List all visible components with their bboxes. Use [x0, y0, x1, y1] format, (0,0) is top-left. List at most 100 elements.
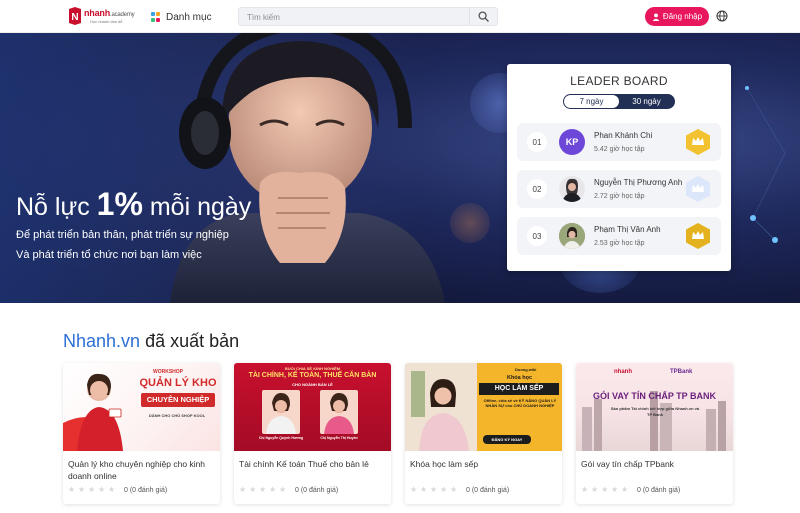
section-title: Nhanh.vn đã xuất bản [63, 331, 240, 351]
star-icon: ★ [611, 485, 619, 494]
crown-badge-icon [686, 223, 710, 249]
banner-kicker: WORKSHOP [153, 369, 183, 375]
avatar [559, 176, 585, 202]
course-card[interactable]: WORKSHOP QUẢN LÝ KHO CHUYÊN NGHIỆP DÀNH … [63, 363, 220, 504]
learner-hours: 5.42 giờ học tập [594, 146, 645, 153]
banner-line-1: HỌC LÀM SẾP [479, 383, 559, 395]
banner-speaker-1: Chị Nguyễn Quỳnh Hương [258, 436, 304, 440]
login-button[interactable]: Đăng nhập [645, 7, 709, 26]
category-label: Danh mục [166, 11, 212, 23]
course-name[interactable]: Gói vay tín chấp TPbank [581, 458, 728, 470]
hero-title: Nỗ lực 1% mỗi ngày [16, 186, 252, 222]
star-icon: ★ [279, 485, 287, 494]
crown-badge-icon [686, 129, 710, 155]
banner-speaker-2: Chị Nguyễn Thị Huyền [320, 436, 358, 440]
star-icon: ★ [591, 485, 599, 494]
hero-title-highlight: 1% [96, 186, 143, 222]
banner-brand: Duong.wiki [515, 367, 537, 372]
course-name[interactable]: Khóa học làm sếp [410, 458, 557, 470]
hero-subtitle-1: Để phát triển bản thân, phát triển sự ng… [16, 229, 229, 241]
star-icon: ★ [98, 485, 106, 494]
course-name[interactable]: Quản lý kho chuyên nghiệp cho kinh doanh… [68, 458, 215, 482]
course-rating: ★ ★ ★ ★ ★ 0 (0 đánh giá) [68, 486, 167, 494]
top-header: N nhanh.academy Học nhanh làm dễ Danh mụ… [0, 0, 800, 33]
logo[interactable]: N nhanh.academy Học nhanh làm dễ [68, 7, 135, 27]
bokeh-light [450, 203, 490, 243]
avatar: KP [559, 129, 585, 155]
globe-icon[interactable] [716, 10, 728, 22]
banner-line-2: CHUYÊN NGHIỆP [141, 393, 215, 407]
star-icon: ★ [410, 485, 418, 494]
banner-brand-2: TPBank [670, 369, 693, 375]
learner-name: Phan Khánh Chi [594, 131, 653, 140]
leaderboard-entry: 02 Nguyễn Thị Phương Anh 2.72 giờ học tậ… [517, 170, 721, 208]
leaderboard-title: LEADER BOARD [570, 74, 668, 88]
star-icon: ★ [259, 485, 267, 494]
star-icon: ★ [621, 485, 629, 494]
course-name[interactable]: Tài chính Kế toán Thuế cho bản lẻ [239, 458, 386, 470]
star-icon: ★ [450, 485, 458, 494]
star-icon: ★ [239, 485, 247, 494]
leaderboard-entry: 03 Phạm Thị Vân Anh 2.53 giờ học tập [517, 217, 721, 255]
course-thumbnail[interactable]: WORKSHOP QUẢN LÝ KHO CHUYÊN NGHIỆP DÀNH … [63, 363, 220, 451]
network-dots [745, 86, 786, 243]
course-card[interactable]: Duong.wiki Khóa học HỌC LÀM SẾP Offline,… [405, 363, 562, 504]
user-icon [652, 12, 660, 21]
rating-text: 0 (0 đánh giá) [295, 486, 339, 494]
search-box [238, 7, 498, 26]
hero-person-image [170, 33, 445, 303]
search-icon [478, 11, 489, 22]
banner-line-1: QUẢN LÝ KHO [139, 377, 217, 389]
login-label: Đăng nhập [662, 12, 703, 21]
rank-number: 01 [527, 132, 547, 152]
tab-7-days[interactable]: 7 ngày [564, 95, 619, 108]
course-card[interactable]: BUỔI CHIA SẺ KINH NGHIỆM TÀI CHÍNH, KẾ T… [234, 363, 391, 504]
search-input[interactable] [247, 11, 467, 23]
category-menu-button[interactable]: Danh mục [151, 10, 212, 24]
course-card[interactable]: nhanh TPBank GÓI VAY TÍN CHẤP TP BANK Sả… [576, 363, 733, 504]
logo-tagline: Học nhanh làm dễ [90, 19, 123, 24]
leaderboard-panel: LEADER BOARD 7 ngày 30 ngày 01 KP Phan K… [507, 64, 731, 271]
banner-kicker: Khóa học [506, 375, 533, 381]
star-icon: ★ [88, 485, 96, 494]
search-button[interactable] [469, 8, 497, 25]
crown-badge-icon [686, 176, 710, 202]
star-icon: ★ [440, 485, 448, 494]
star-icon: ★ [269, 485, 277, 494]
course-rating: ★ ★ ★ ★ ★ 0 (0 đánh giá) [581, 486, 680, 494]
star-icon: ★ [249, 485, 257, 494]
course-thumbnail[interactable]: BUỔI CHIA SẺ KINH NGHIỆM TÀI CHÍNH, KẾ T… [234, 363, 391, 451]
star-icon: ★ [601, 485, 609, 494]
rating-text: 0 (0 đánh giá) [466, 486, 510, 494]
logo-mark-icon: N [69, 7, 81, 25]
star-icon: ★ [108, 485, 116, 494]
course-thumbnail[interactable]: Duong.wiki Khóa học HỌC LÀM SẾP Offline,… [405, 363, 562, 451]
banner-cta: ĐĂNG KÝ NGAY [483, 435, 531, 444]
star-icon: ★ [430, 485, 438, 494]
learner-name: Phạm Thị Vân Anh [594, 225, 661, 234]
banner-line-3: DÀNH CHO CHỦ SHOP KOOL [148, 413, 206, 418]
leaderboard-period-toggle: 7 ngày 30 ngày [563, 94, 675, 109]
star-icon: ★ [420, 485, 428, 494]
section-title-brand: Nhanh.vn [63, 331, 141, 351]
leaderboard-entry: 01 KP Phan Khánh Chi 5.42 giờ học tập [517, 123, 721, 161]
banner-line-2: Sản phẩm Tài chính kết hợp giữa Nhanh.vn… [610, 406, 700, 417]
grid-icon [151, 12, 161, 22]
rating-text: 0 (0 đánh giá) [124, 486, 168, 494]
star-icon: ★ [581, 485, 589, 494]
star-icon: ★ [78, 485, 86, 494]
avatar [559, 223, 585, 249]
svg-text:N: N [71, 12, 78, 23]
learner-hours: 2.72 giờ học tập [594, 193, 645, 200]
course-rating: ★ ★ ★ ★ ★ 0 (0 đánh giá) [410, 486, 509, 494]
hero-subtitle-2: Và phát triển tổ chức nơi bạn làm việc [16, 249, 202, 261]
rank-number: 03 [527, 226, 547, 246]
banner-line-2: Offline, chia sẻ về KỸ NĂNG QUẢN LÝ NHÂN… [483, 398, 557, 408]
course-thumbnail[interactable]: nhanh TPBank GÓI VAY TÍN CHẤP TP BANK Sả… [576, 363, 733, 451]
rating-text: 0 (0 đánh giá) [637, 486, 681, 494]
banner-line-1: GÓI VAY TÍN CHẤP TP BANK [592, 391, 717, 401]
star-icon: ★ [68, 485, 76, 494]
tab-30-days[interactable]: 30 ngày [619, 95, 674, 108]
banner-brand-1: nhanh [614, 369, 632, 375]
hero-banner: Nỗ lực 1% mỗi ngày Để phát triển bản thâ… [0, 33, 800, 303]
